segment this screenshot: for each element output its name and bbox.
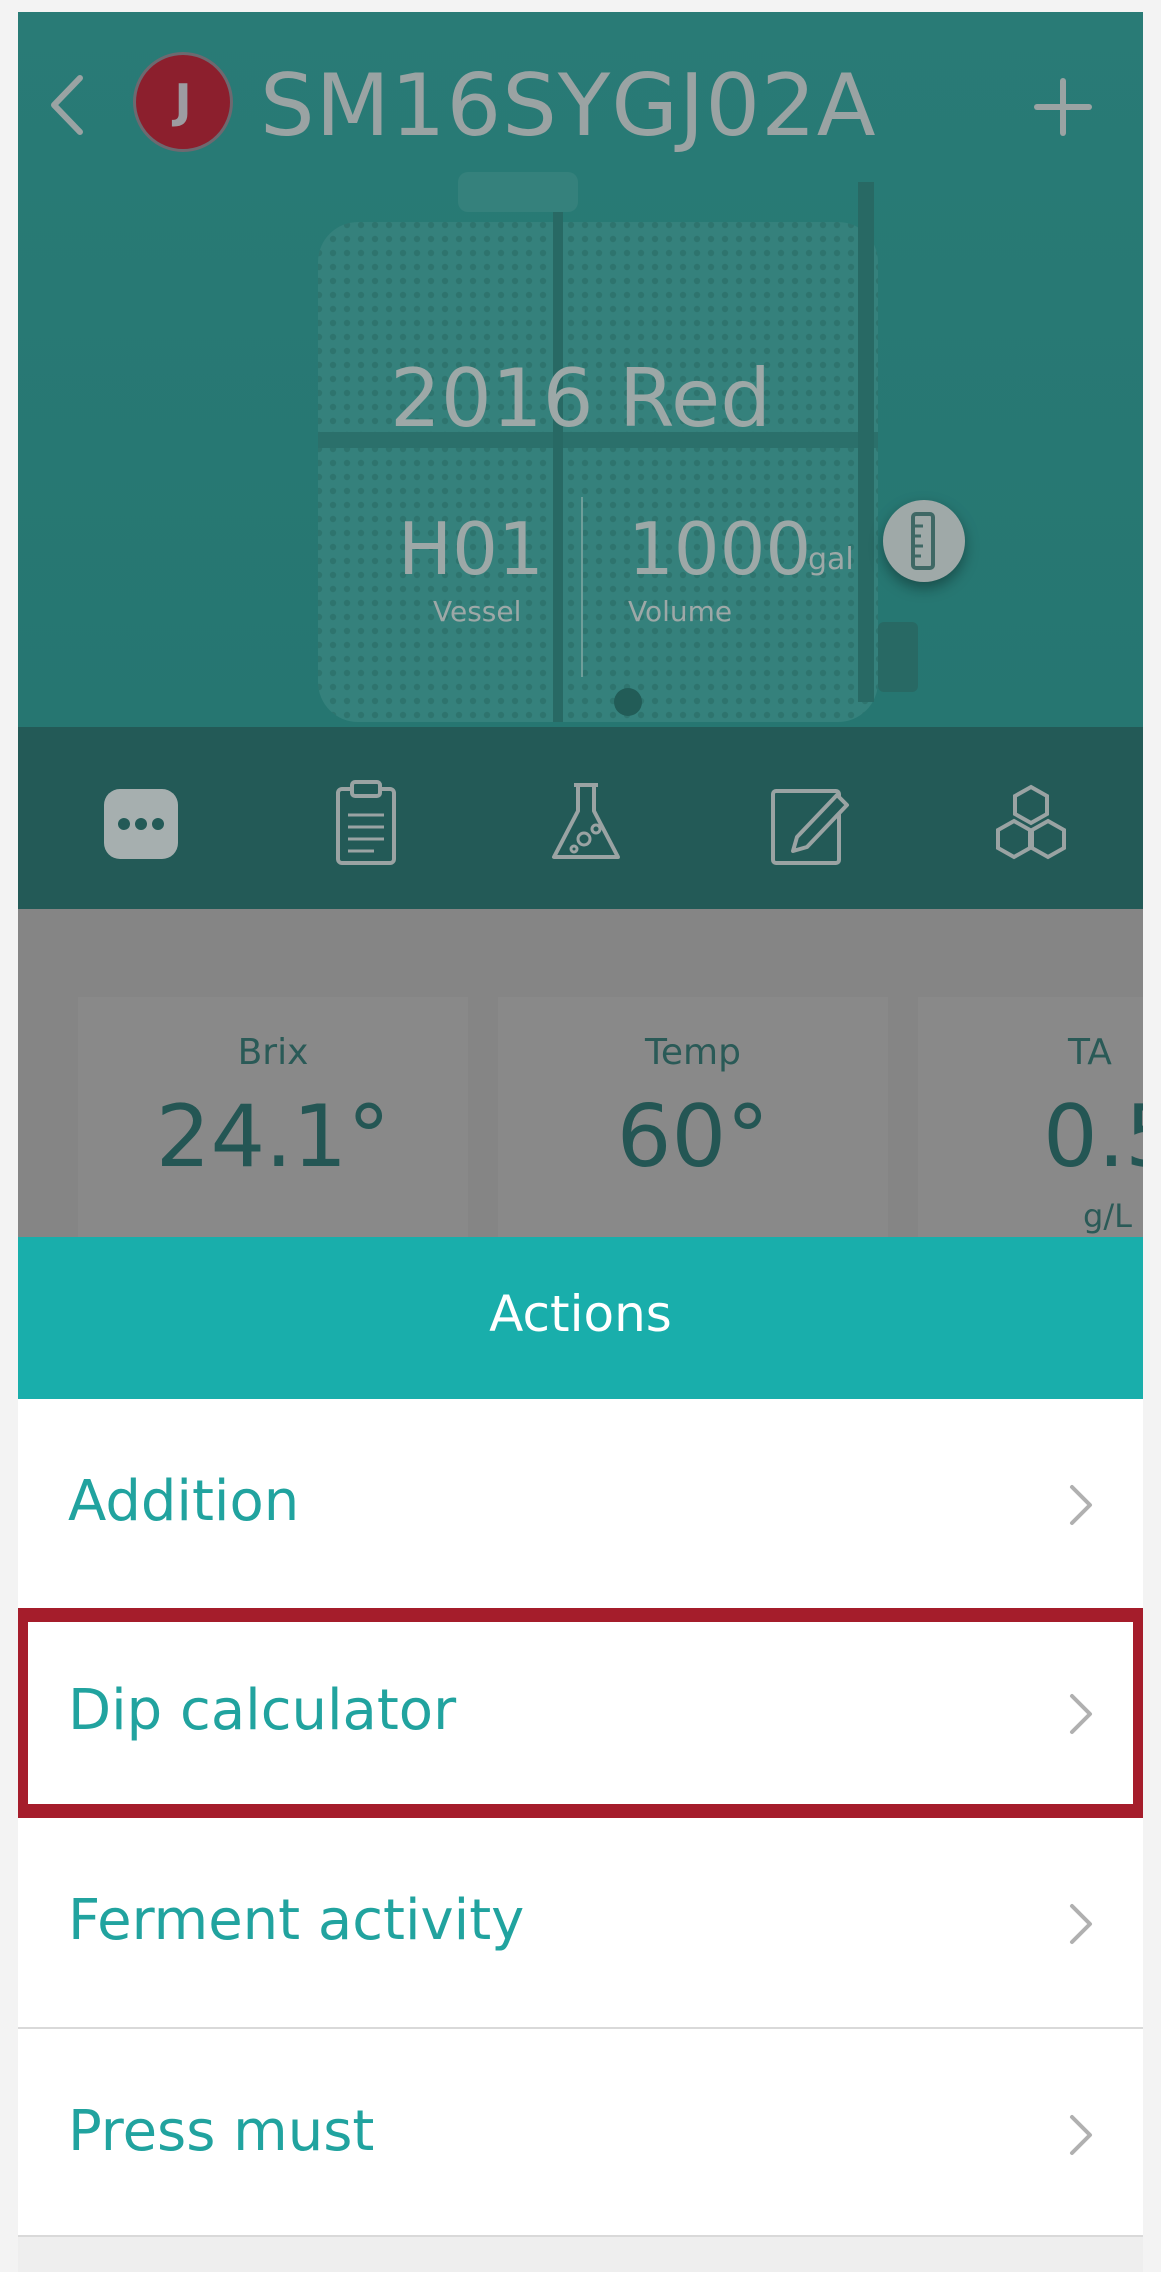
chevron-right-icon xyxy=(1070,2115,1092,2155)
more-dots-icon xyxy=(104,789,178,859)
vessel-value: H01 xyxy=(398,507,544,591)
metric-label: Brix xyxy=(237,1032,309,1073)
bottom-strip xyxy=(18,2237,1143,2272)
action-label: Ferment activity xyxy=(68,1888,525,1953)
vessel-hero: J SM16SYGJ02A 2016 Red H01 Vessel 1000 g… xyxy=(18,12,1143,727)
metric-label: Temp xyxy=(645,1032,741,1073)
metric-value: 0.5 xyxy=(1043,1087,1143,1187)
tab-bar xyxy=(18,727,1143,909)
chevron-right-icon xyxy=(1070,1694,1092,1734)
clipboard-icon xyxy=(336,780,396,865)
action-item-addition[interactable]: Addition xyxy=(18,1399,1143,1609)
tab-more[interactable] xyxy=(96,777,186,867)
dip-calculator-button[interactable] xyxy=(883,500,965,582)
app-screen: J SM16SYGJ02A 2016 Red H01 Vessel 1000 g… xyxy=(18,12,1143,2272)
action-item-press-must[interactable]: Press must xyxy=(18,2029,1143,2239)
plus-icon[interactable] xyxy=(1033,77,1093,137)
chevron-right-icon xyxy=(1070,1485,1092,1525)
chevron-right-icon xyxy=(1070,1904,1092,1944)
ruler-icon xyxy=(911,512,935,570)
edit-note-icon xyxy=(771,789,849,865)
wine-name: 2016 Red xyxy=(389,352,771,445)
tab-notes[interactable] xyxy=(318,777,408,867)
actions-title: Actions xyxy=(489,1285,672,1343)
action-label: Addition xyxy=(68,1469,300,1534)
vessel-label: Vessel xyxy=(433,595,522,628)
chevron-left-icon[interactable] xyxy=(42,70,92,140)
metric-value: 60° xyxy=(616,1087,770,1187)
metric-card-brix[interactable]: Brix 24.1° xyxy=(78,997,468,1249)
metric-value: 24.1° xyxy=(155,1087,391,1187)
action-item-ferment-activity[interactable]: Ferment activity xyxy=(18,1818,1143,2028)
action-label: Press must xyxy=(68,2099,375,2164)
volume-label: Volume xyxy=(628,595,733,628)
metric-card-temp[interactable]: Temp 60° xyxy=(498,997,888,1249)
volume-unit: gal xyxy=(808,542,854,577)
tab-blends[interactable] xyxy=(986,777,1076,867)
action-item-dip-calculator[interactable]: Dip calculator xyxy=(18,1608,1143,1818)
tab-lab[interactable] xyxy=(540,777,630,867)
action-label: Dip calculator xyxy=(68,1678,457,1743)
actions-sheet-header: Actions xyxy=(18,1237,1143,1399)
metric-label: TA xyxy=(1068,1032,1112,1073)
metrics-carousel[interactable]: Brix 24.1° Temp 60° TA 0.5 g/L xyxy=(18,909,1143,1249)
metric-unit: g/L xyxy=(1083,1197,1132,1235)
flask-icon xyxy=(552,783,620,859)
stat-divider xyxy=(581,497,583,677)
volume-value: 1000 xyxy=(628,507,812,591)
hexagons-icon xyxy=(996,784,1066,860)
page-title: SM16SYGJ02A xyxy=(260,56,877,156)
avatar[interactable]: J xyxy=(133,52,233,152)
tab-edit[interactable] xyxy=(763,777,853,867)
metric-card-ta[interactable]: TA 0.5 g/L xyxy=(918,997,1143,1249)
